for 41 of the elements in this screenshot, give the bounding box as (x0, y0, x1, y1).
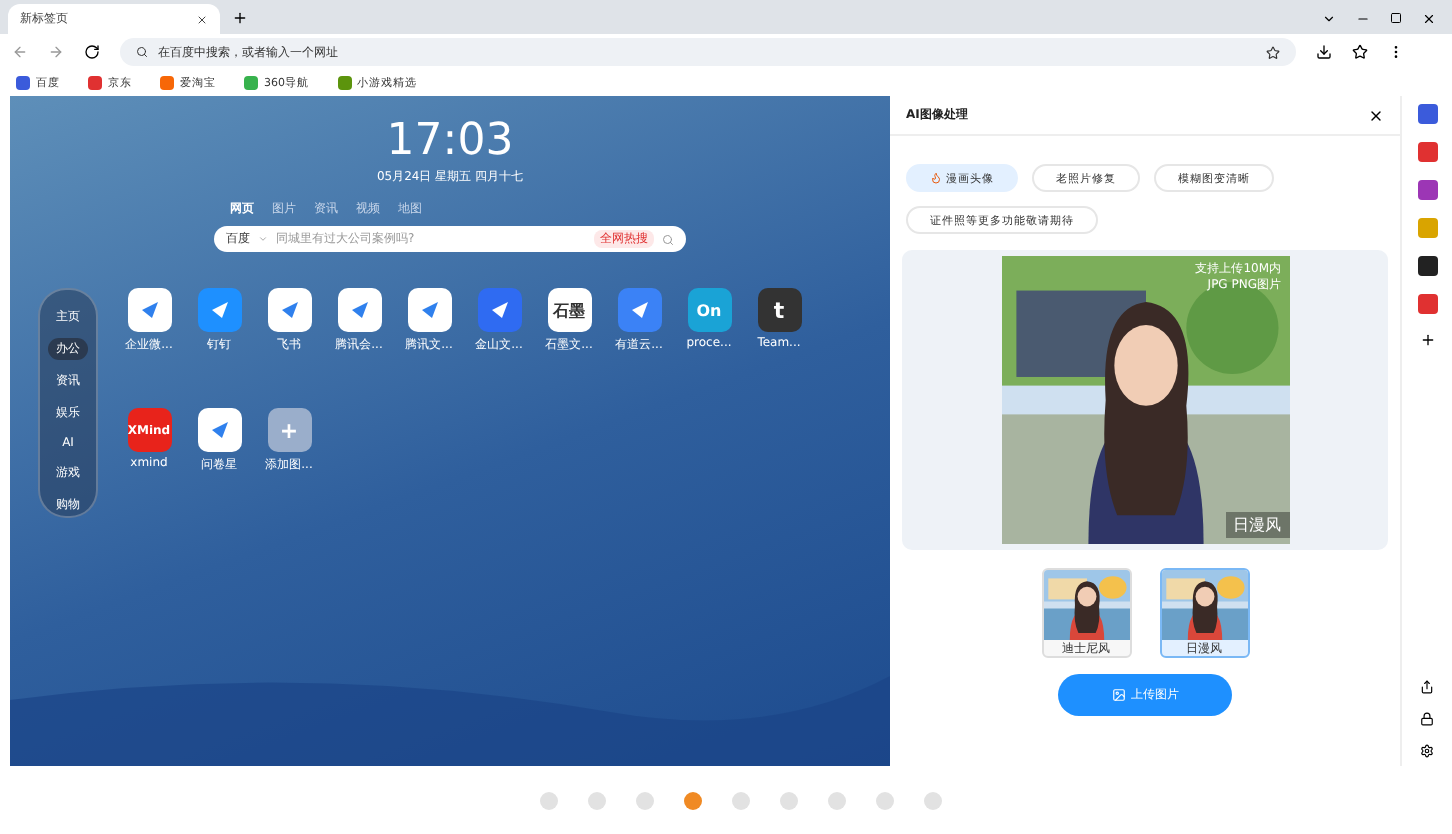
page-dot[interactable] (876, 791, 894, 809)
download-icon[interactable] (1316, 44, 1332, 60)
new-tab-icon[interactable] (232, 10, 248, 26)
star-icon[interactable] (1266, 45, 1280, 59)
app-icon[interactable] (267, 288, 311, 332)
close-icon[interactable] (1368, 107, 1384, 123)
reload-icon[interactable] (84, 44, 100, 60)
app-icon[interactable] (337, 288, 381, 332)
page-dot[interactable] (540, 791, 558, 809)
settings-icon[interactable] (1420, 744, 1434, 758)
page-dot[interactable] (828, 791, 846, 809)
style-label: 日漫风 (1225, 512, 1289, 538)
page-dot[interactable] (780, 791, 798, 809)
app-icon[interactable]: t (757, 288, 801, 332)
close-icon[interactable] (1422, 12, 1436, 26)
lock-icon[interactable] (1420, 712, 1434, 726)
back-icon[interactable] (12, 44, 28, 60)
app-icon[interactable] (127, 288, 171, 332)
page-dot[interactable] (732, 791, 750, 809)
app-icon[interactable] (477, 288, 521, 332)
app-icon[interactable] (197, 408, 241, 452)
close-icon[interactable] (196, 13, 208, 25)
minimize-icon[interactable] (1356, 12, 1370, 26)
share-icon[interactable] (1420, 680, 1434, 694)
clock: 17:03 (386, 116, 514, 168)
chevron-icon[interactable] (1322, 12, 1336, 26)
page-dot[interactable] (924, 791, 942, 809)
app-icon[interactable]: 石墨 (547, 288, 591, 332)
maximize-icon[interactable] (1390, 12, 1402, 24)
forward-icon[interactable] (48, 44, 64, 60)
app-icon[interactable] (407, 288, 451, 332)
page-dot[interactable] (588, 791, 606, 809)
page-dot[interactable] (636, 791, 654, 809)
image-icon (1111, 688, 1125, 702)
add-icon[interactable] (1419, 332, 1435, 348)
page-dot[interactable] (684, 791, 702, 809)
app-icon[interactable] (197, 288, 241, 332)
flame-icon (930, 172, 942, 184)
bookmark-icon[interactable] (1352, 44, 1368, 60)
app-icon[interactable] (617, 288, 661, 332)
search-icon (136, 46, 148, 58)
